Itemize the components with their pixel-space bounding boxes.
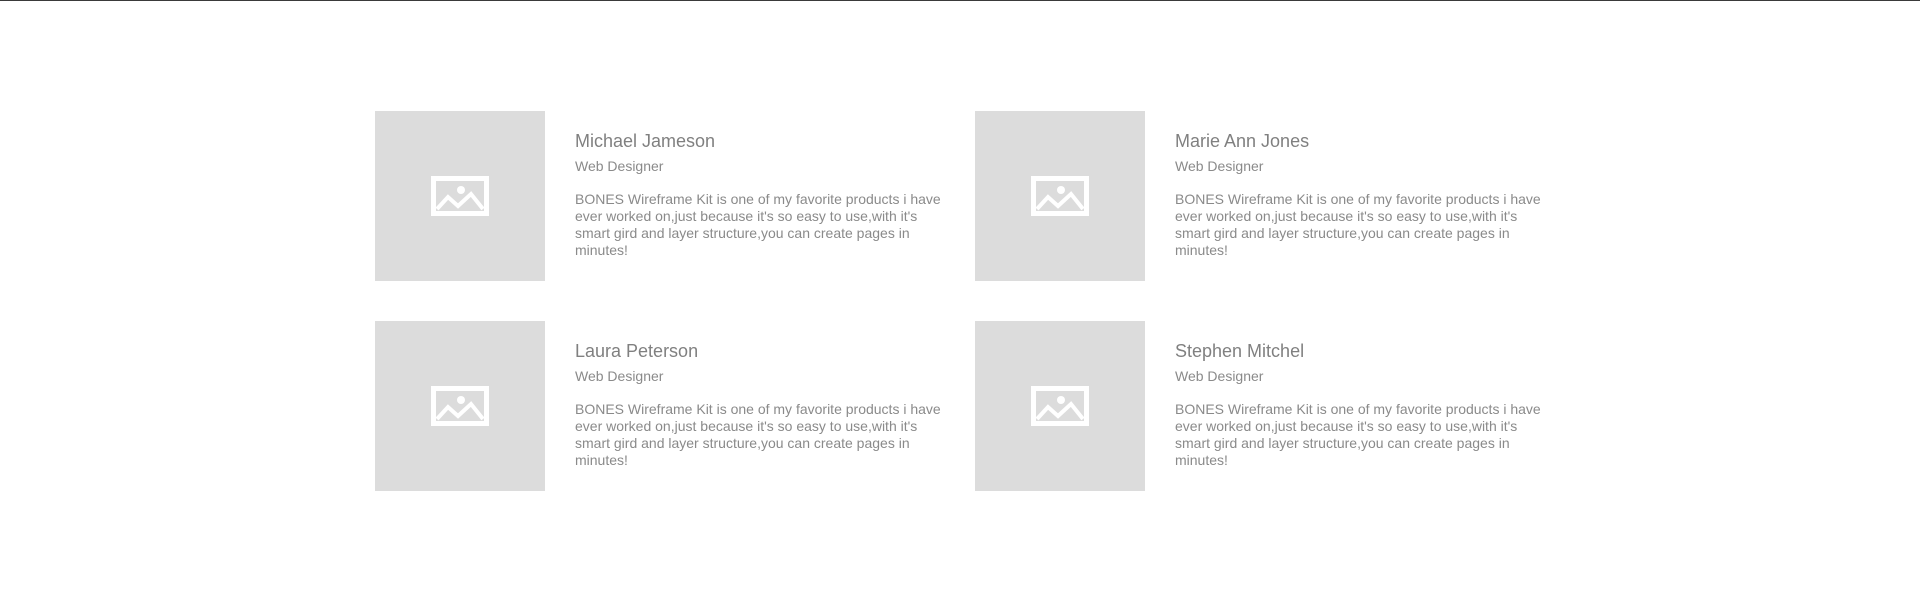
profile-image-placeholder [975,111,1145,281]
team-grid: Michael Jameson Web Designer BONES Wiref… [375,111,1575,491]
member-quote: BONES Wireframe Kit is one of my favorit… [1175,401,1541,468]
member-info: Marie Ann Jones Web Designer BONES Wiref… [1175,111,1547,259]
member-quote: BONES Wireframe Kit is one of my favorit… [1175,191,1541,258]
image-placeholder-icon [1031,176,1089,216]
team-card-marie: Marie Ann Jones Web Designer BONES Wiref… [975,111,1575,281]
team-card-stephen: Stephen Mitchel Web Designer BONES Wiref… [975,321,1575,491]
profile-image-placeholder [975,321,1145,491]
team-card-laura: Laura Peterson Web Designer BONES Wirefr… [375,321,975,491]
member-info: Laura Peterson Web Designer BONES Wirefr… [575,321,947,469]
member-info: Michael Jameson Web Designer BONES Wiref… [575,111,947,259]
member-name: Michael Jameson [575,131,716,151]
member-quote: BONES Wireframe Kit is one of my favorit… [575,401,941,468]
image-placeholder-icon [1031,386,1089,426]
image-placeholder-icon [431,176,489,216]
member-info: Stephen Mitchel Web Designer BONES Wiref… [1175,321,1547,469]
team-card-michael: Michael Jameson Web Designer BONES Wiref… [375,111,975,281]
member-name: Laura Peterson [575,341,699,361]
member-role: Web Designer [1175,158,1264,174]
member-name: Stephen Mitchel [1175,341,1305,361]
profile-image-placeholder [375,111,545,281]
member-name: Marie Ann Jones [1175,131,1310,151]
member-role: Web Designer [1175,368,1264,384]
member-role: Web Designer [575,368,664,384]
member-role: Web Designer [575,158,664,174]
profile-image-placeholder [375,321,545,491]
top-divider [0,0,1920,1]
image-placeholder-icon [431,386,489,426]
member-quote: BONES Wireframe Kit is one of my favorit… [575,191,941,258]
